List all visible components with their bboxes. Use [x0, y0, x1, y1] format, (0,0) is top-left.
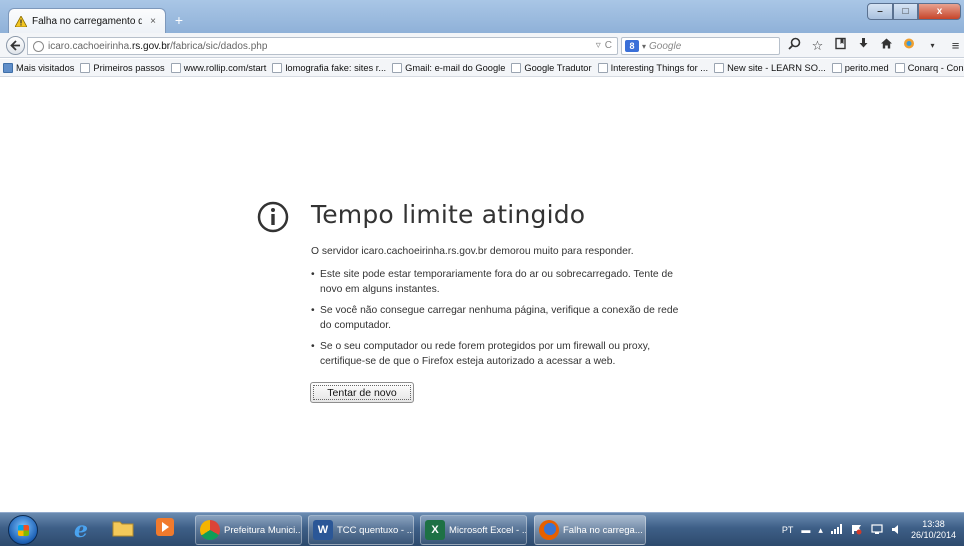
- bookmark-folder-icon: [3, 62, 13, 73]
- bookmark-item[interactable]: Interesting Things for ...: [597, 62, 708, 73]
- error-title: Tempo limite atingido: [311, 200, 586, 229]
- error-page: Tempo limite atingido O servidor icaro.c…: [0, 78, 964, 512]
- keyboard-icon[interactable]: ▬: [801, 525, 810, 535]
- chevron-down-icon[interactable]: ▾: [642, 42, 646, 51]
- download-icon[interactable]: [855, 37, 872, 54]
- error-suggestions: Este site pode estar temporariamente for…: [311, 267, 683, 375]
- firefox-icon: [539, 520, 559, 540]
- url-text: icaro.cachoeirinha.rs.gov.br/fabrica/sic…: [48, 40, 268, 52]
- start-button[interactable]: [8, 515, 38, 545]
- tab-close-icon[interactable]: ×: [147, 16, 159, 27]
- signal-icon[interactable]: [830, 524, 843, 536]
- bookmark-item[interactable]: Primeiros passos: [80, 62, 165, 73]
- warning-icon: [15, 15, 27, 27]
- dropdown-icon[interactable]: ▿: [596, 40, 601, 51]
- maximize-button[interactable]: □: [893, 3, 918, 20]
- bookmark-item[interactable]: lomografia fake: sites r...: [272, 62, 386, 73]
- page-icon: [272, 62, 283, 73]
- system-tray: PT ▬ ▴ 13:38 26/10/2014: [782, 517, 956, 543]
- url-bar[interactable]: icaro.cachoeirinha.rs.gov.br/fabrica/sic…: [27, 37, 618, 55]
- search-bar[interactable]: 8 ▾ Google: [621, 37, 780, 55]
- info-icon: [257, 201, 289, 233]
- toolbar-icons: ☆ ▾ ≡: [786, 37, 964, 54]
- search-input[interactable]: Google: [649, 41, 681, 52]
- browser-titlebar: Falha no carregamento da ... × + – □ x: [0, 0, 964, 33]
- addon-icon[interactable]: [901, 37, 918, 54]
- list-item: Se você não consegue carregar nenhuma pá…: [311, 303, 683, 333]
- bookmarks-toolbar: Mais visitados Primeiros passos www.roll…: [0, 59, 964, 77]
- error-description: O servidor icaro.cachoeirinha.rs.gov.br …: [311, 246, 634, 257]
- network-icon[interactable]: [871, 523, 883, 537]
- word-icon: W: [313, 520, 333, 540]
- bookmarks-list-icon[interactable]: [832, 37, 849, 54]
- page-icon: [392, 62, 403, 73]
- page-icon: [894, 62, 905, 73]
- back-arrow-icon: [10, 40, 20, 51]
- page-icon: [597, 62, 608, 73]
- new-tab-button[interactable]: +: [172, 13, 186, 27]
- flag-icon[interactable]: [851, 524, 863, 537]
- taskbar-item-chrome[interactable]: Prefeitura Munici...: [195, 515, 302, 545]
- bookmark-item[interactable]: New site - LEARN SO...: [714, 62, 826, 73]
- navigation-toolbar: icaro.cachoeirinha.rs.gov.br/fabrica/sic…: [0, 33, 964, 58]
- search-engine-icon[interactable]: 8: [625, 40, 639, 52]
- bookmark-item[interactable]: Mais visitados: [3, 62, 74, 73]
- page-icon: [511, 62, 522, 73]
- taskbar-item-label: Prefeitura Munici...: [224, 524, 302, 536]
- menu-icon[interactable]: ≡: [947, 37, 964, 54]
- bookmark-item[interactable]: www.rollip.com/start: [170, 62, 266, 73]
- close-window-button[interactable]: x: [918, 3, 961, 20]
- tab-title: Falha no carregamento da ...: [32, 15, 142, 27]
- page-icon: [170, 62, 181, 73]
- url-actions: ▿ C: [596, 40, 612, 51]
- addon-dropdown-icon[interactable]: ▾: [924, 37, 941, 54]
- taskbar-item-firefox[interactable]: Falha no carrega...: [534, 515, 646, 545]
- taskbar-item-label: TCC quentuxo - ...: [337, 524, 414, 536]
- window-controls: – □ x: [867, 3, 961, 20]
- back-button[interactable]: [6, 36, 25, 55]
- list-item: Se o seu computador ou rede forem proteg…: [311, 339, 683, 369]
- excel-icon: X: [425, 520, 445, 540]
- clock[interactable]: 13:38 26/10/2014: [911, 519, 956, 541]
- language-indicator[interactable]: PT: [782, 525, 794, 535]
- taskbar-item-word[interactable]: W TCC quentuxo - ...: [308, 515, 414, 545]
- show-hidden-icons[interactable]: ▴: [818, 525, 823, 536]
- minimize-button[interactable]: –: [867, 3, 893, 20]
- taskbar-item-label: Falha no carrega...: [563, 524, 643, 536]
- tab-active[interactable]: Falha no carregamento da ... ×: [8, 8, 166, 33]
- page-icon: [80, 62, 91, 73]
- clock-time: 13:38: [922, 519, 945, 529]
- search-icon[interactable]: [786, 37, 803, 54]
- bookmark-item[interactable]: Google Tradutor: [511, 62, 592, 73]
- bookmark-star-icon[interactable]: ☆: [809, 37, 826, 54]
- clock-date: 26/10/2014: [910, 530, 956, 540]
- folder-icon[interactable]: [110, 517, 136, 543]
- bookmark-item[interactable]: Conarq - Conselho Na...: [894, 62, 964, 73]
- internet-explorer-icon[interactable]: e: [68, 517, 94, 543]
- home-icon[interactable]: [878, 37, 895, 54]
- list-item: Este site pode estar temporariamente for…: [311, 267, 683, 297]
- reload-icon[interactable]: C: [605, 40, 612, 51]
- chrome-icon: [200, 520, 220, 540]
- taskbar-item-excel[interactable]: X Microsoft Excel - ...: [420, 515, 527, 545]
- globe-icon: [33, 40, 44, 52]
- page-icon: [831, 62, 842, 73]
- retry-button[interactable]: Tentar de novo: [310, 382, 414, 403]
- taskbar: e Prefeitura Munici... W TCC quentuxo - …: [0, 512, 964, 546]
- bookmark-item[interactable]: perito.med: [831, 62, 889, 73]
- bookmark-item[interactable]: Gmail: e-mail do Google: [392, 62, 505, 73]
- page-icon: [714, 62, 725, 73]
- volume-icon[interactable]: [891, 524, 903, 537]
- media-player-icon[interactable]: [152, 517, 178, 543]
- taskbar-item-label: Microsoft Excel - ...: [449, 524, 527, 536]
